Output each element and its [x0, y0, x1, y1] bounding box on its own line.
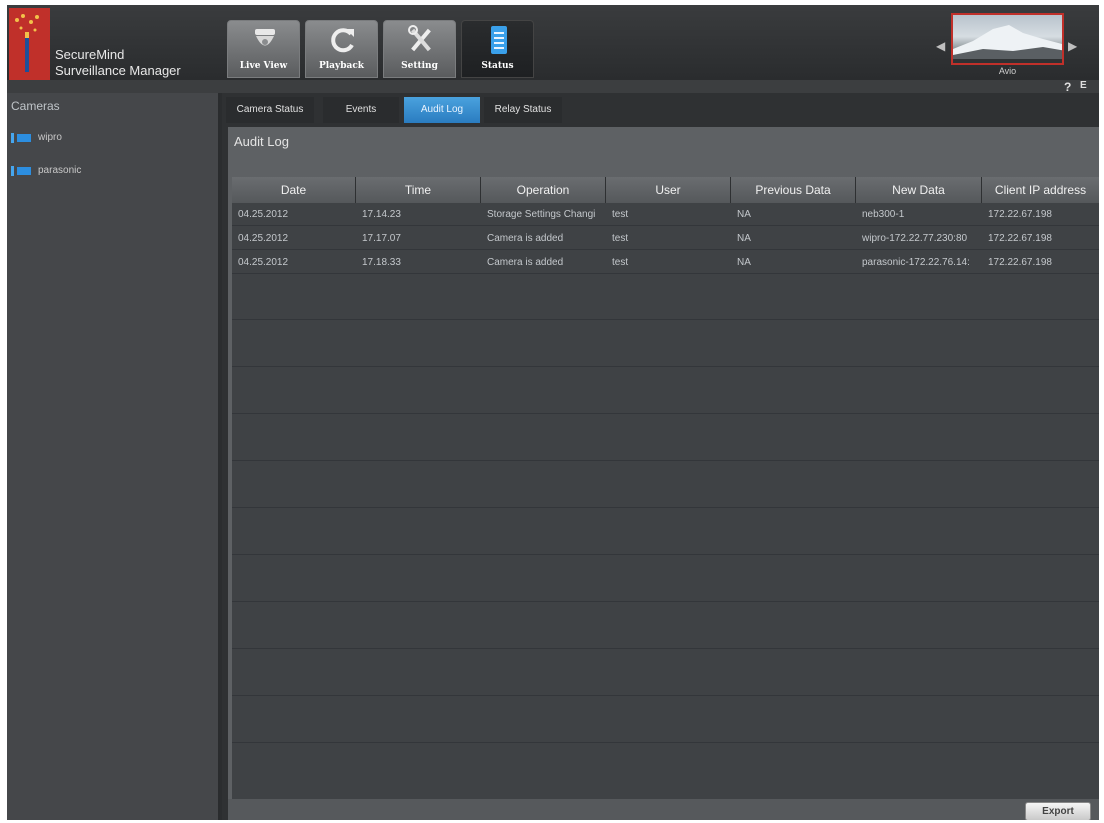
sidebar-item-label: wipro	[38, 132, 62, 143]
cell-previous-data: NA	[737, 233, 751, 244]
main-content: Camera Status Events Audit Log Relay Sta…	[222, 93, 1099, 820]
tab-live-view-label: Live View	[239, 61, 288, 71]
camera-preview-label: Avio	[998, 66, 1017, 76]
app-name-line2: Surveillance Manager	[55, 63, 181, 78]
document-icon	[491, 26, 507, 54]
tab-relay-status[interactable]: Relay Status	[484, 97, 562, 123]
camera-preview-thumbnail[interactable]	[951, 13, 1064, 65]
tab-audit-log[interactable]: Audit Log	[404, 97, 480, 123]
tab-playback-label: Playback	[318, 61, 365, 71]
column-header-user[interactable]: User	[606, 177, 731, 203]
row-divider	[232, 366, 1099, 367]
export-button[interactable]: Export	[1025, 802, 1091, 820]
tab-events[interactable]: Events	[323, 97, 399, 123]
cell-previous-data: NA	[737, 209, 751, 220]
row-divider	[232, 695, 1099, 696]
next-camera-icon[interactable]: ▶	[1068, 39, 1077, 53]
tab-status[interactable]: Status	[461, 20, 534, 78]
exit-icon[interactable]: E	[1080, 80, 1087, 91]
tab-setting[interactable]: Setting	[383, 20, 456, 78]
cell-client-ip: 172.22.67.198	[988, 257, 1052, 268]
app-window: SecureMind Surveillance Manager Live Vie…	[7, 5, 1099, 820]
column-header-previous-data[interactable]: Previous Data	[731, 177, 856, 203]
camera-icon	[11, 166, 31, 176]
audit-log-panel: Audit Log Date Time Operation User Previ…	[228, 127, 1099, 820]
panel-footer: Export	[228, 799, 1099, 820]
app-logo	[9, 8, 50, 80]
cell-operation: Storage Settings Changi	[487, 209, 596, 220]
camera-icon	[11, 133, 31, 143]
sidebar-title: Cameras	[11, 99, 60, 113]
table-row[interactable]: 04.25.2012 17.14.23 Storage Settings Cha…	[232, 203, 1099, 226]
cell-operation: Camera is added	[487, 257, 564, 268]
column-header-client-ip[interactable]: Client IP address	[982, 177, 1099, 203]
row-divider	[232, 413, 1099, 414]
audit-log-table: Date Time Operation User Previous Data N…	[232, 177, 1099, 799]
cell-previous-data: NA	[737, 257, 751, 268]
column-header-operation[interactable]: Operation	[481, 177, 606, 203]
header-bar: SecureMind Surveillance Manager Live Vie…	[7, 5, 1099, 80]
prev-camera-icon[interactable]: ◀	[936, 39, 945, 53]
sidebar-item-wipro[interactable]: wipro	[11, 131, 211, 147]
row-divider	[232, 742, 1099, 743]
header-strip	[7, 80, 1099, 93]
cell-client-ip: 172.22.67.198	[988, 209, 1052, 220]
tab-playback[interactable]: Playback	[305, 20, 378, 78]
cell-new-data: parasonic-172.22.76.14:	[862, 257, 970, 268]
row-divider	[232, 507, 1099, 508]
tab-camera-status[interactable]: Camera Status	[226, 97, 314, 123]
cell-date: 04.25.2012	[238, 209, 289, 220]
column-header-new-data[interactable]: New Data	[856, 177, 982, 203]
row-divider	[232, 319, 1099, 320]
refresh-icon	[331, 28, 354, 53]
table-row[interactable]: 04.25.2012 17.17.07 Camera is added test…	[232, 227, 1099, 250]
table-row[interactable]: 04.25.2012 17.18.33 Camera is added test…	[232, 251, 1099, 274]
camera-dome-icon	[255, 29, 275, 46]
cell-time: 17.17.07	[362, 233, 401, 244]
panel-title: Audit Log	[234, 134, 289, 149]
cell-client-ip: 172.22.67.198	[988, 233, 1052, 244]
cell-new-data: wipro-172.22.77.230:80	[862, 233, 968, 244]
column-header-time[interactable]: Time	[356, 177, 481, 203]
row-divider	[232, 648, 1099, 649]
cell-date: 04.25.2012	[238, 257, 289, 268]
cell-new-data: neb300-1	[862, 209, 905, 220]
help-icon[interactable]: ?	[1064, 80, 1071, 94]
tab-setting-label: Setting	[401, 61, 438, 71]
cell-user: test	[612, 209, 629, 220]
cell-date: 04.25.2012	[238, 233, 289, 244]
sidebar: Cameras wipro parasonic	[7, 93, 220, 820]
cell-user: test	[612, 257, 629, 268]
cell-time: 17.18.33	[362, 257, 401, 268]
table-header: Date Time Operation User Previous Data N…	[232, 177, 1099, 203]
tab-status-label: Status	[481, 61, 514, 71]
sidebar-item-label: parasonic	[38, 165, 82, 176]
row-divider	[232, 460, 1099, 461]
cell-user: test	[612, 233, 629, 244]
app-name-line1: SecureMind	[55, 47, 125, 62]
tab-live-view[interactable]: Live View	[227, 20, 300, 78]
sidebar-item-parasonic[interactable]: parasonic	[11, 164, 211, 180]
column-header-date[interactable]: Date	[232, 177, 356, 203]
row-divider	[232, 601, 1099, 602]
row-divider	[232, 554, 1099, 555]
cell-operation: Camera is added	[487, 233, 564, 244]
cell-time: 17.14.23	[362, 209, 401, 220]
tools-icon	[408, 25, 431, 52]
